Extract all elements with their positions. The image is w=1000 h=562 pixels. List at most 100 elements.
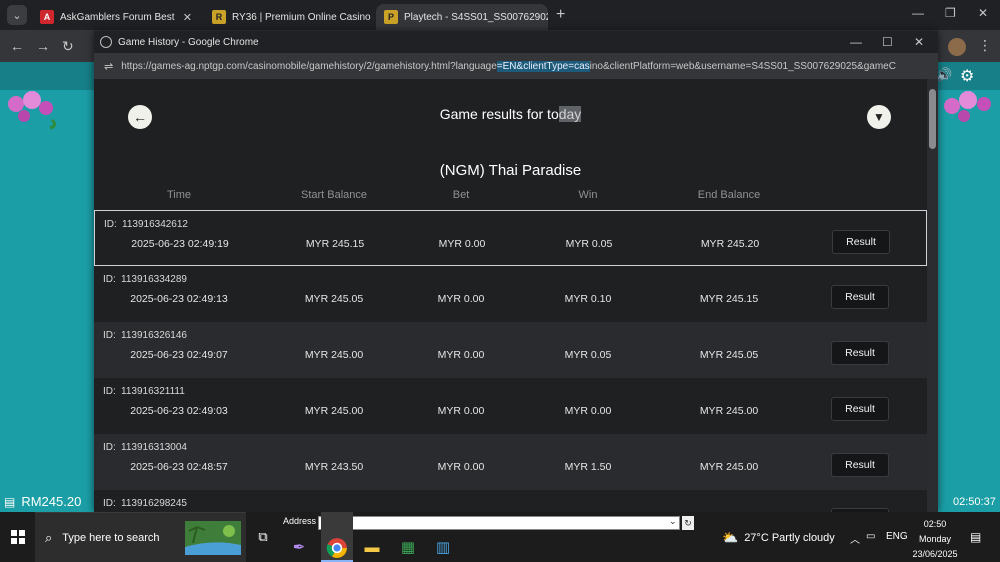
row-end-balance: MYR 245.05 [699,349,759,361]
column-header-win: Win [578,189,598,201]
id-label: ID: [103,330,116,341]
column-header-end-balance: End Balance [697,189,761,201]
popup-title-bar: Game History - Google Chrome — ☐ ✕ [94,31,938,53]
row-win: MYR 0.05 [565,238,613,250]
close-tab-icon[interactable]: ✕ [371,11,374,24]
weather-text: 27°C Partly cloudy [744,532,835,544]
history-row[interactable]: ID: 113916321111 2025-06-23 02:49:03 MYR… [94,378,927,434]
row-bet: MYR 0.00 [437,293,485,305]
row-time: 2025-06-23 02:49:13 [130,293,228,305]
windows-start-icon[interactable] [11,530,25,544]
history-row[interactable]: ID: 113916342612 2025-06-23 02:49:19 MYR… [94,210,927,266]
weather-widget[interactable]: ⛅ 27°C Partly cloudy [722,530,835,546]
notifications-icon[interactable]: ▤ [970,530,981,544]
close-tab-icon[interactable]: ✕ [175,11,192,24]
row-win: MYR 0.05 [564,349,612,361]
balance-value: RM245.20 [21,494,82,509]
round-id: 113916313004 [121,442,187,453]
row-end-balance: MYR 245.00 [699,405,759,417]
more-menu-icon[interactable]: ⋮ [978,37,992,54]
round-id: 113916326146 [121,330,187,341]
popup-url-bar[interactable]: ⇌ https://games-ag.nptgp.com/casinomobil… [94,53,938,79]
url-text-highlight: =EN&clientType=cas [496,60,590,72]
result-button[interactable]: Result [831,397,889,421]
row-end-balance: MYR 245.15 [699,293,759,305]
show-hidden-icons-chevron-icon[interactable]: ︿ [850,531,860,546]
tab-label: Playtech - S4SS01_SS00762902 [404,11,548,23]
tab-ry36[interactable]: R RY36 | Premium Online Casino ✕ [204,4,374,30]
address-label: Address [283,516,317,526]
scrollbar-thumb[interactable] [929,89,936,149]
round-id: 113916321111 [121,386,185,397]
tab-playtech[interactable]: P Playtech - S4SS01_SS00762902 ✕ [376,4,548,30]
settings-gear-icon[interactable]: ⚙ [960,66,974,86]
chrome-window-icon [100,36,112,48]
filter-funnel-button[interactable]: ▼ [867,105,891,129]
round-id: 113916342612 [122,219,188,230]
tab-label: RY36 | Premium Online Casino [232,11,371,23]
result-button[interactable]: Result [832,230,890,254]
row-bet: MYR 0.00 [437,461,485,473]
restore-icon[interactable]: ❐ [945,6,956,20]
close-window-icon[interactable]: ✕ [978,6,988,20]
row-start-balance: MYR 245.00 [304,349,364,361]
new-tab-button[interactable]: + [556,6,565,24]
coins-icon: ▤ [4,494,16,509]
popup-maximize-icon[interactable]: ☐ [882,35,893,49]
task-view-icon[interactable]: ⧉ [252,526,274,548]
search-placeholder: Type here to search [62,531,160,544]
spreadsheet-app-icon[interactable]: ▦ [397,536,419,558]
round-id: 113916334289 [121,274,187,285]
back-icon[interactable]: ← [10,38,24,54]
row-end-balance: MYR 245.00 [699,461,759,473]
history-row[interactable]: ID: 113916326146 2025-06-23 02:49:07 MYR… [94,322,927,378]
result-button[interactable]: Result [831,285,889,309]
network-icon[interactable]: ▭ [866,531,875,542]
row-win: MYR 1.50 [564,461,612,473]
calculator-icon[interactable]: ▥ [432,536,454,558]
orchid-decoration-right [944,91,991,122]
column-header-bet: Bet [452,189,470,201]
popup-title: Game History - Google Chrome [118,36,259,48]
tab-search-button[interactable]: ⌄ [7,5,27,25]
row-bet: MYR 0.00 [438,238,486,250]
history-row[interactable]: ID: 113916313004 2025-06-23 02:48:57 MYR… [94,434,927,490]
game-history-window: Game History - Google Chrome — ☐ ✕ ⇌ htt… [94,31,938,512]
address-go-icon[interactable]: ↻ [682,516,694,530]
profile-avatar[interactable] [948,38,966,56]
game-history-page: ← Game results for today ▼ (NGM) Thai Pa… [94,79,927,512]
site-info-icon[interactable]: ⇌ [104,60,113,73]
history-row[interactable]: ID: 113916298245 [94,490,927,512]
page-scrollbar[interactable] [927,79,938,512]
windows-taskbar: ⌕ Type here to search ⧉ Address ⌄ ↻ ✒ ▬ … [0,512,1000,562]
row-time: 2025-06-23 02:49:19 [131,238,229,250]
result-button[interactable]: Result [831,341,889,365]
heading-selected-text: day [558,106,582,122]
system-clock[interactable]: 02:50 Monday 23/06/2025 [908,517,962,562]
minimize-icon[interactable]: — [912,6,924,20]
sound-icon[interactable]: 🔊 [936,67,952,83]
tab-askgamblers[interactable]: A AskGamblers Forum Best ✕ [32,4,200,30]
popup-close-icon[interactable]: ✕ [914,35,924,49]
feather-app-icon[interactable]: ✒ [288,536,310,558]
row-start-balance: MYR 243.50 [304,461,364,473]
address-dropdown-icon[interactable]: ⌄ [669,516,677,527]
id-label: ID: [103,274,116,285]
heading-text: Game results for to [439,106,559,122]
id-label: ID: [103,498,116,509]
tab-label: AskGamblers Forum Best [60,11,175,23]
taskbar-search-box[interactable]: ⌕ Type here to search [35,512,246,562]
address-toolbar-input[interactable] [318,516,680,530]
clock-time: 02:50 [923,519,947,529]
forward-icon[interactable]: → [36,38,50,54]
file-explorer-icon[interactable]: ▬ [361,536,383,558]
row-time: 2025-06-23 02:49:03 [130,405,228,417]
popup-minimize-icon[interactable]: — [850,35,862,49]
search-highlight-art [185,521,241,555]
result-button[interactable]: Result [831,453,889,477]
language-indicator[interactable]: ENG [886,531,908,542]
history-row[interactable]: ID: 113916334289 2025-06-23 02:49:13 MYR… [94,266,927,322]
reload-icon[interactable]: ↻ [62,38,74,55]
chrome-taskbar-icon[interactable] [326,537,348,559]
column-header-start-balance: Start Balance [300,189,368,201]
